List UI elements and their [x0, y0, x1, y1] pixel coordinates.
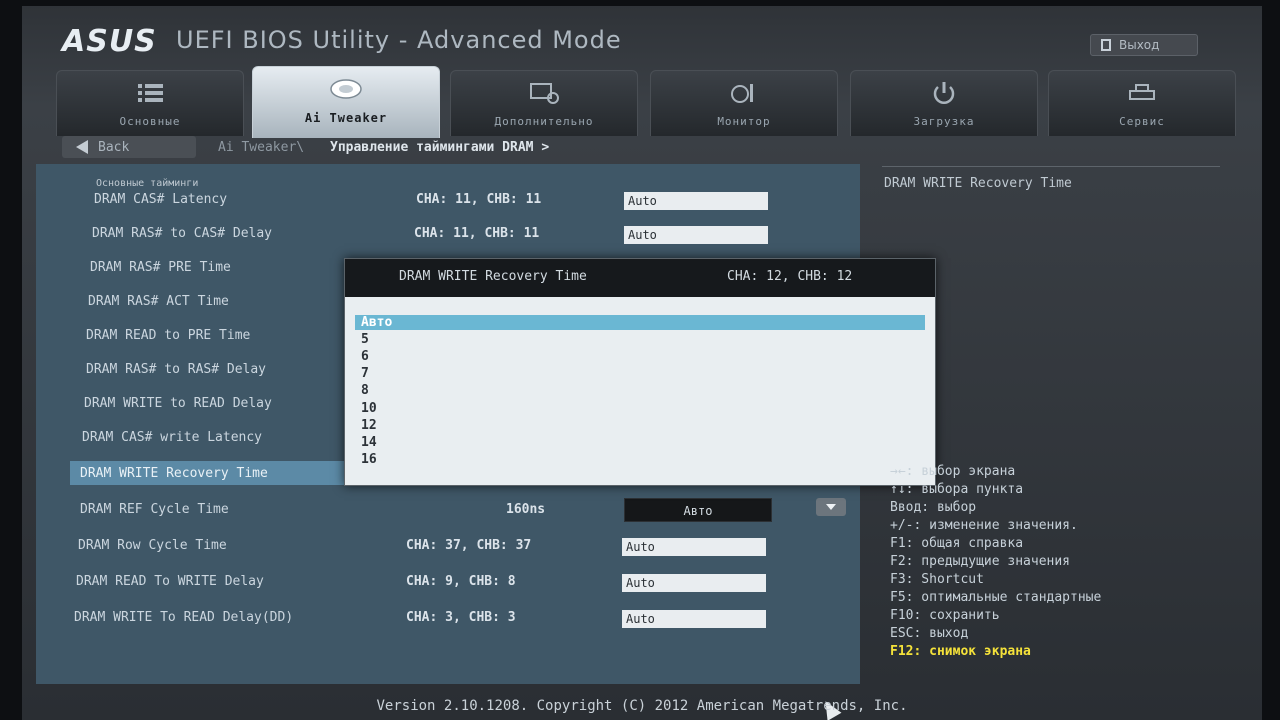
power-icon — [933, 82, 955, 104]
setting-label: DRAM CAS# Latency — [94, 192, 228, 207]
setting-row[interactable]: DRAM Row Cycle Time CHA: 37, CHB: 37 Aut… — [36, 530, 860, 564]
list-icon — [138, 84, 163, 102]
popup-title: DRAM WRITE Recovery Time — [399, 269, 587, 284]
option-item[interactable]: 6 — [355, 349, 925, 364]
breadcrumb-current: Управление таймингами DRAM > — [330, 140, 550, 155]
asus-logo: ASUS — [62, 24, 157, 59]
option-item[interactable]: 16 — [355, 452, 925, 467]
key-hint: F3: Shortcut — [890, 572, 984, 587]
option-item-selected[interactable]: Авто — [355, 315, 925, 330]
monitor-icon — [731, 84, 753, 103]
setting-label: DRAM RAS# to RAS# Delay — [86, 362, 267, 377]
tab-advanced[interactable]: Дополнительно — [450, 70, 638, 136]
help-divider — [882, 166, 1220, 167]
option-list: Авто 5 6 7 8 10 12 14 16 — [345, 297, 935, 485]
tab-label: Монитор — [717, 115, 771, 128]
scroll-down-arrow-icon[interactable] — [816, 498, 846, 516]
setting-label: DRAM RAS# to CAS# Delay — [92, 226, 273, 241]
key-hint: F5: оптимальные стандартные — [890, 590, 1102, 605]
key-hint: F1: общая справка — [890, 536, 1024, 551]
setting-value: CHA: 11, CHB: 11 — [414, 226, 540, 241]
back-label: Back — [98, 139, 130, 155]
exit-button[interactable]: Выход — [1090, 34, 1198, 56]
version-footer: Version 2.10.1208. Copyright (C) 2012 Am… — [376, 698, 908, 714]
setting-value: CHA: 11, CHB: 11 — [416, 192, 542, 207]
tab-monitor[interactable]: Монитор — [650, 70, 838, 136]
option-item[interactable]: 12 — [355, 418, 925, 433]
setting-field[interactable]: Auto — [622, 610, 766, 628]
tab-main[interactable]: Основные — [56, 70, 244, 136]
setting-value: CHA: 9, CHB: 8 — [406, 574, 516, 589]
tab-ai-tweaker[interactable]: Ai Tweaker — [252, 66, 440, 138]
breadcrumb-root[interactable]: Ai Tweaker\ — [218, 140, 304, 155]
tab-label: Основные — [119, 115, 181, 128]
tab-label: Дополнительно — [494, 115, 594, 128]
setting-label: DRAM WRITE To READ Delay(DD) — [74, 610, 294, 625]
key-hint: ↑↓: выбора пункта — [890, 482, 1024, 497]
main-tabs: Основные Ai Tweaker Дополнительно Монито… — [56, 66, 1252, 138]
key-hint: →←: выбор экрана — [890, 464, 1016, 479]
exit-label: Выход — [1119, 38, 1160, 52]
setting-label: DRAM REF Cycle Time — [80, 502, 229, 517]
setting-row[interactable]: DRAM CAS# Latency CHA: 11, CHB: 11 Auto — [36, 184, 860, 218]
setting-value: 160ns — [506, 502, 546, 517]
setting-label: DRAM READ To WRITE Delay — [76, 574, 264, 589]
setting-label: DRAM CAS# write Latency — [82, 430, 263, 445]
setting-field[interactable]: Auto — [622, 538, 766, 556]
setting-field[interactable]: Auto — [624, 226, 768, 244]
exit-icon — [1101, 39, 1111, 51]
option-item[interactable]: 14 — [355, 435, 925, 450]
setting-row[interactable]: DRAM READ To WRITE Delay CHA: 9, CHB: 8 … — [36, 566, 860, 600]
tab-label: Сервис — [1119, 115, 1165, 128]
setting-label: DRAM Row Cycle Time — [78, 538, 227, 553]
setting-label: DRAM READ to PRE Time — [86, 328, 251, 343]
option-popup: DRAM WRITE Recovery Time CHA: 12, CHB: 1… — [344, 258, 936, 486]
bios-screen: ASUS UEFI BIOS Utility - Advanced Mode В… — [22, 6, 1262, 720]
option-item[interactable]: 5 — [355, 332, 925, 347]
setting-row[interactable]: DRAM WRITE To READ Delay(DD) CHA: 3, CHB… — [36, 602, 860, 636]
advanced-icon — [530, 83, 559, 104]
back-button[interactable]: Back — [62, 136, 196, 158]
help-title: DRAM WRITE Recovery Time — [884, 176, 1072, 191]
key-hint: F2: предыдущие значения — [890, 554, 1071, 569]
tool-icon — [1129, 84, 1155, 100]
tab-tool[interactable]: Сервис — [1048, 70, 1236, 136]
setting-value: CHA: 3, CHB: 3 — [406, 610, 516, 625]
key-hint: F10: сохранить — [890, 608, 1000, 623]
setting-field[interactable]: Auto — [624, 192, 768, 210]
setting-value: CHA: 37, CHB: 37 — [406, 538, 532, 553]
option-item[interactable]: 10 — [355, 401, 925, 416]
key-hint: Ввод: выбор — [890, 500, 977, 515]
setting-row[interactable]: DRAM RAS# to CAS# Delay CHA: 11, CHB: 11… — [36, 218, 860, 252]
setting-label: DRAM WRITE Recovery Time — [80, 466, 268, 481]
setting-label: DRAM RAS# PRE Time — [90, 260, 231, 275]
popup-current-value: CHA: 12, CHB: 12 — [727, 269, 853, 284]
back-arrow-icon — [76, 140, 88, 154]
tab-label: Ai Tweaker — [304, 111, 388, 125]
setting-label: DRAM RAS# ACT Time — [88, 294, 229, 309]
key-hint-highlight: F12: снимок экрана — [890, 644, 1031, 659]
tab-label: Загрузка — [913, 115, 975, 128]
popup-header: DRAM WRITE Recovery Time CHA: 12, CHB: 1… — [345, 259, 935, 298]
setting-field[interactable]: Auto — [622, 574, 766, 592]
option-item[interactable]: 7 — [355, 366, 925, 381]
setting-row[interactable]: DRAM REF Cycle Time 160ns Авто — [36, 494, 860, 528]
option-item[interactable]: 8 — [355, 383, 925, 398]
tab-boot[interactable]: Загрузка — [850, 70, 1038, 136]
setting-label: DRAM WRITE to READ Delay — [84, 396, 272, 411]
ai-tweaker-icon — [330, 79, 362, 99]
key-hint: +/-: изменение значения. — [890, 518, 1078, 533]
app-title: UEFI BIOS Utility - Advanced Mode — [176, 26, 622, 54]
key-hint: ESC: выход — [890, 626, 969, 641]
setting-dropdown-button[interactable]: Авто — [624, 498, 772, 522]
